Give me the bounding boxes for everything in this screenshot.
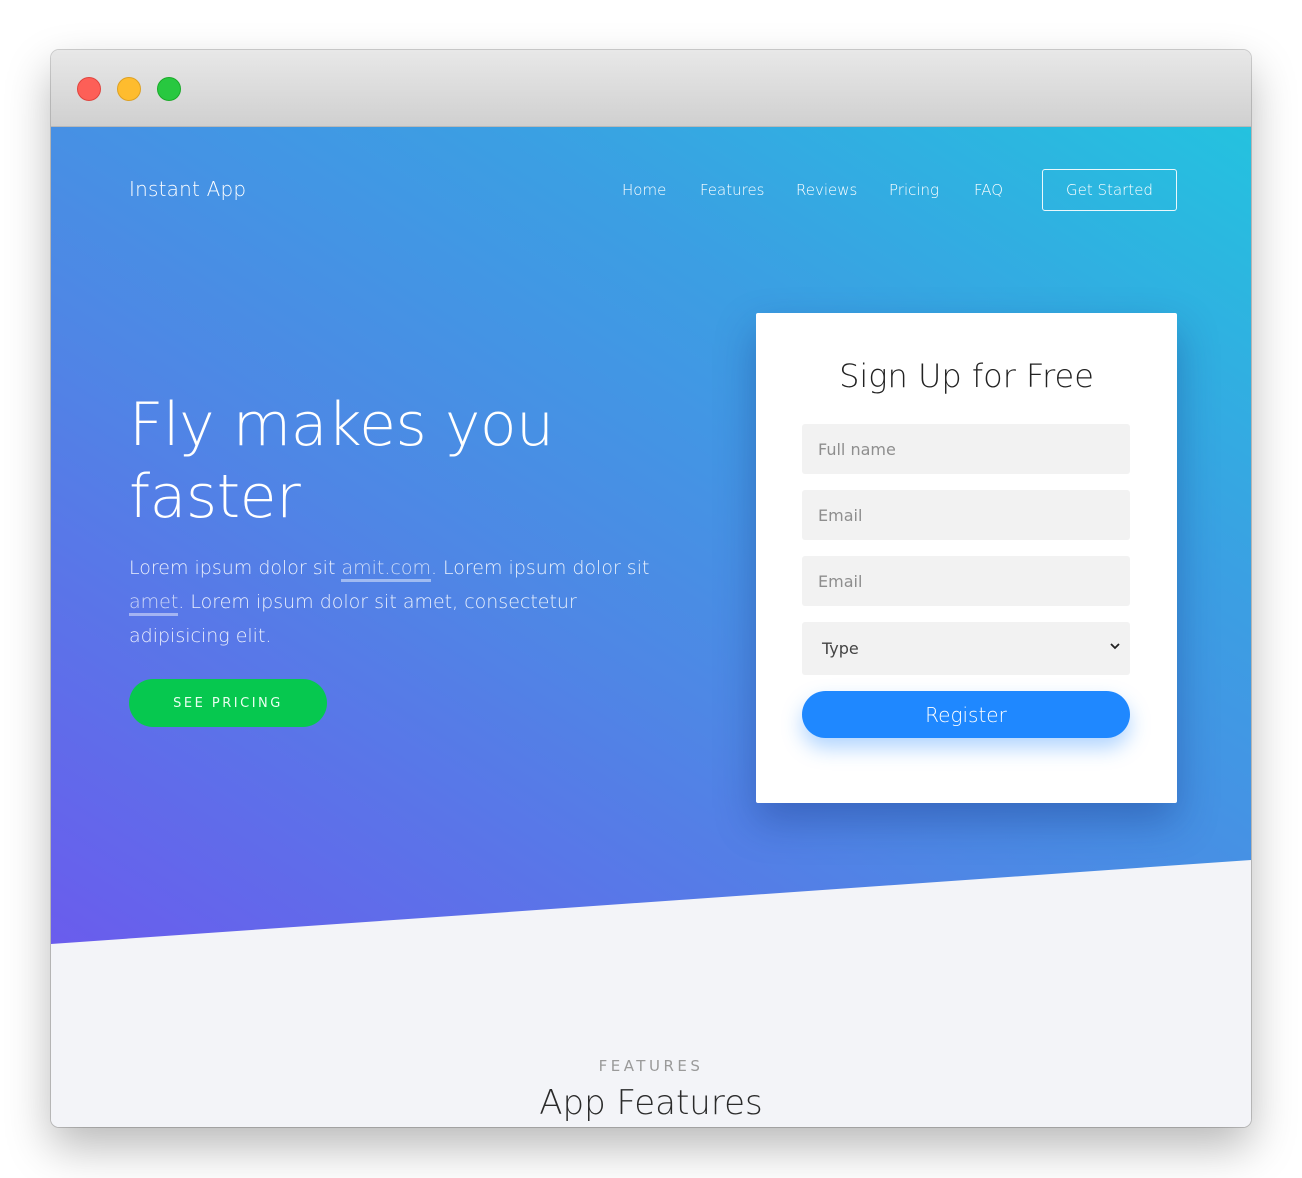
email-field[interactable]: Email [802,490,1130,540]
minimize-window-button[interactable] [117,77,141,101]
features-eyebrow: FEATURES [598,1057,704,1075]
lead-link-amit[interactable]: amit.com [341,557,431,582]
nav-faq[interactable]: FAQ [974,181,1003,199]
nav-pricing[interactable]: Pricing [889,181,939,199]
full-name-field[interactable]: Full name [802,424,1130,474]
window-titlebar [51,50,1251,127]
hero-lead-text: Lorem ipsum dolor sit amit.com. Lorem ip… [129,551,669,653]
lead-text-1: Lorem ipsum dolor sit [129,557,342,579]
page-viewport: Instant App Home Features Reviews Pricin… [51,127,1251,1127]
features-title: App Features [539,1083,763,1123]
signup-card: Sign Up for Free Full name Email Email T… [756,313,1177,803]
type-select[interactable]: Type [802,622,1130,675]
type-select-value: Type [822,639,859,658]
signup-title: Sign Up for Free [839,357,1094,395]
nav-features[interactable]: Features [700,181,765,199]
close-window-button[interactable] [77,77,101,101]
see-pricing-button[interactable]: SEE PRICING [129,679,327,727]
lead-text-3: . Lorem ipsum dolor sit amet, consectetu… [129,591,577,647]
email-field-2[interactable]: Email [802,556,1130,606]
lead-text-2: . Lorem ipsum dolor sit [430,557,650,579]
chevron-down-icon [1110,643,1120,650]
browser-window: Instant App Home Features Reviews Pricin… [51,50,1251,1127]
nav-reviews[interactable]: Reviews [796,181,857,199]
get-started-button[interactable]: Get Started [1042,169,1177,211]
nav-home[interactable]: Home [622,181,666,199]
hero-headline: Fly makes you faster [129,390,554,532]
maximize-window-button[interactable] [157,77,181,101]
lead-link-amet[interactable]: amet [129,591,179,616]
brand-logo[interactable]: Instant App [129,177,246,201]
register-button[interactable]: Register [802,691,1130,738]
